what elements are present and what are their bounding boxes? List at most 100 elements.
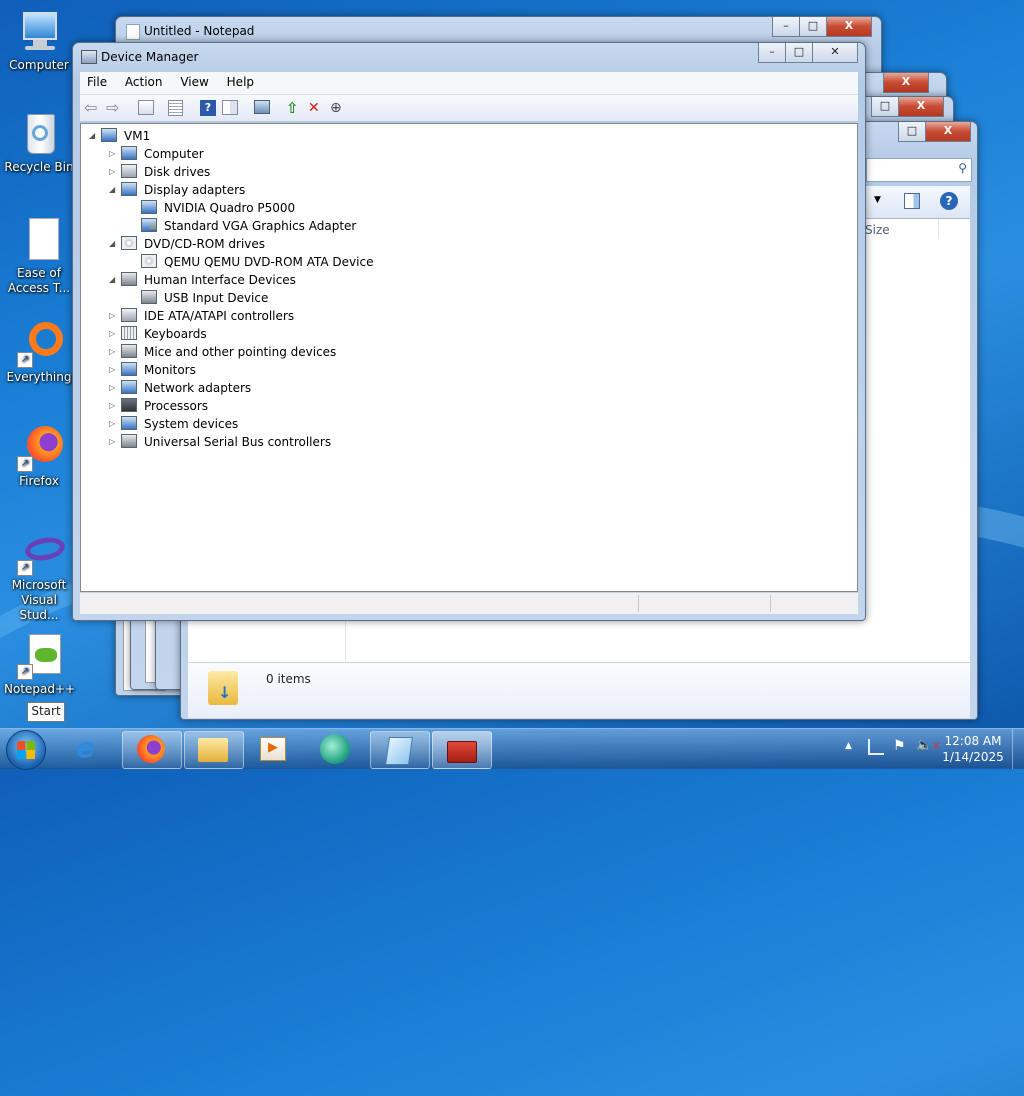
tree-node[interactable]: Universal Serial Bus controllers [144, 433, 331, 451]
action-pane-icon[interactable] [222, 100, 238, 115]
update-driver-icon[interactable]: ⇧ [286, 100, 302, 116]
menu-view[interactable]: View [173, 72, 215, 89]
maximize-button[interactable]: □ [871, 97, 899, 117]
warning-icon: ⚠ [149, 222, 158, 232]
tree-node[interactable]: Standard VGA Graphics Adapter [164, 217, 356, 235]
explorer-close-button[interactable]: X [925, 122, 971, 142]
tree-node[interactable]: QEMU QEMU DVD-ROM ATA Device [164, 253, 373, 271]
expand-arrow-icon[interactable]: ▷ [109, 330, 117, 338]
expand-arrow-icon[interactable]: ▷ [109, 438, 117, 446]
desktop-icon-everything[interactable]: ↗ Everything [4, 320, 74, 385]
desktop-icon-recycle-bin[interactable]: Recycle Bin [4, 110, 74, 175]
size-column-header[interactable]: Size [865, 223, 890, 237]
tree-node[interactable]: Computer [144, 145, 204, 163]
expand-arrow-icon[interactable]: ▷ [109, 312, 117, 320]
desktop-icon-ease-of-access[interactable]: Ease of Access T... [4, 216, 74, 296]
desktop-icon-visual-studio[interactable]: ↗ Microsoft Visual Stud... [4, 528, 74, 623]
start-button[interactable] [6, 730, 46, 770]
close-button[interactable]: X [898, 97, 944, 117]
notepad-minimize-button[interactable]: – [772, 17, 800, 37]
collapse-arrow-icon[interactable]: ◢ [109, 186, 117, 194]
notepad-title: Untitled - Notepad [144, 24, 255, 38]
show-desktop-button[interactable] [1012, 729, 1024, 769]
taskbar-internet-explorer[interactable]: e [64, 731, 118, 767]
expand-arrow-icon[interactable]: ▷ [109, 366, 117, 374]
processor-icon [121, 398, 137, 412]
folder-icon [198, 738, 228, 762]
usb-icon [121, 434, 137, 448]
taskbar-firefox[interactable] [122, 731, 182, 769]
network-icon[interactable] [868, 739, 884, 755]
scan-hardware-changes-icon[interactable] [254, 100, 270, 114]
tree-node[interactable]: Network adapters [144, 379, 251, 397]
help-icon[interactable]: ? [940, 192, 958, 210]
tree-node[interactable]: Display adapters [144, 181, 245, 199]
expand-arrow-icon[interactable]: ▷ [109, 348, 117, 356]
tree-node[interactable]: NVIDIA Quadro P5000 [164, 199, 295, 217]
taskbar-device-manager[interactable] [432, 731, 492, 769]
device-manager-window[interactable]: Device Manager – □ ✕ File Action View He… [72, 42, 866, 621]
windows-logo-icon [17, 741, 35, 759]
help-icon[interactable]: ? [200, 100, 216, 116]
taskbar: e ▶ ▲ ⚑ 🔈✕ 12:08 AM 1/14/2025 [0, 728, 1024, 770]
tree-node[interactable]: IDE ATA/ATAPI controllers [144, 307, 294, 325]
desktop-icon-computer[interactable]: Computer [4, 8, 74, 73]
preview-pane-icon[interactable] [904, 193, 920, 209]
tree-node[interactable]: Human Interface Devices [144, 271, 296, 289]
tree-node[interactable]: Mice and other pointing devices [144, 343, 336, 361]
tree-node[interactable]: DVD/CD-ROM drives [144, 235, 265, 253]
expand-arrow-icon[interactable]: ▷ [109, 150, 117, 158]
menu-file[interactable]: File [80, 72, 114, 89]
taskbar-media-player[interactable]: ▶ [246, 731, 300, 767]
show-hidden-icons-icon[interactable]: ▲ [845, 741, 852, 751]
volume-muted-icon[interactable]: 🔈✕ [916, 738, 941, 753]
expand-arrow-icon[interactable]: ▷ [109, 420, 117, 428]
display-adapter-icon [141, 200, 157, 214]
expand-arrow-icon[interactable]: ▷ [109, 402, 117, 410]
tree-node[interactable]: USB Input Device [164, 289, 268, 307]
tree-node[interactable]: VM1 [124, 127, 150, 145]
menu-bar: File Action View Help [80, 72, 858, 95]
menu-help[interactable]: Help [220, 72, 261, 89]
clock[interactable]: 12:08 AM 1/14/2025 [940, 733, 1006, 765]
menu-action[interactable]: Action [118, 72, 170, 89]
uninstall-device-icon[interactable]: ✕ [308, 100, 324, 116]
collapse-arrow-icon[interactable]: ◢ [109, 276, 117, 284]
network-adapter-icon [121, 380, 137, 394]
back-arrow-icon[interactable]: ⇦ [84, 100, 100, 116]
explorer-search-box[interactable]: ⚲ [866, 158, 972, 182]
dm-minimize-button[interactable]: – [758, 43, 786, 63]
tree-node[interactable]: Disk drives [144, 163, 210, 181]
firefox-icon: ↗ [15, 424, 63, 472]
close-button[interactable]: X [883, 73, 929, 93]
explorer-maximize-button[interactable]: □ [898, 122, 926, 142]
keyboard-icon [121, 326, 137, 340]
expand-arrow-icon[interactable]: ▷ [109, 384, 117, 392]
collapse-arrow-icon[interactable]: ◢ [89, 132, 97, 140]
expand-arrow-icon[interactable]: ▷ [109, 168, 117, 176]
tree-node[interactable]: Monitors [144, 361, 196, 379]
properties-icon[interactable] [168, 100, 183, 116]
enable-device-icon[interactable]: ⊕ [330, 100, 346, 116]
taskbar-app-green[interactable] [308, 731, 362, 767]
taskbar-file-explorer[interactable] [184, 731, 244, 769]
toolbox-icon [447, 741, 477, 763]
dm-close-button[interactable]: ✕ [812, 43, 858, 63]
action-center-flag-icon[interactable]: ⚑ [893, 738, 906, 754]
hid-icon [121, 272, 137, 286]
notepad-maximize-button[interactable]: □ [799, 17, 827, 37]
device-tree[interactable]: ◢ VM1 ▷ Computer ▷ Disk drives ◢ Display adapte… [80, 123, 858, 592]
computer-icon [15, 8, 63, 56]
forward-arrow-icon[interactable]: ⇨ [106, 100, 122, 116]
tree-node[interactable]: System devices [144, 415, 238, 433]
tree-node[interactable]: Processors [144, 397, 208, 415]
notepad-close-button[interactable]: X [826, 17, 872, 37]
tree-node[interactable]: Keyboards [144, 325, 207, 343]
dm-maximize-button[interactable]: □ [785, 43, 813, 63]
taskbar-notepad[interactable] [370, 731, 430, 769]
desktop-icon-firefox[interactable]: ↗ Firefox [4, 424, 74, 489]
show-hide-console-tree-icon[interactable] [138, 100, 154, 115]
collapse-arrow-icon[interactable]: ◢ [109, 240, 117, 248]
desktop-icon-notepad-plus-plus[interactable]: ↗ Notepad++ [4, 632, 75, 697]
view-dropdown-icon[interactable]: ▼ [874, 195, 881, 205]
